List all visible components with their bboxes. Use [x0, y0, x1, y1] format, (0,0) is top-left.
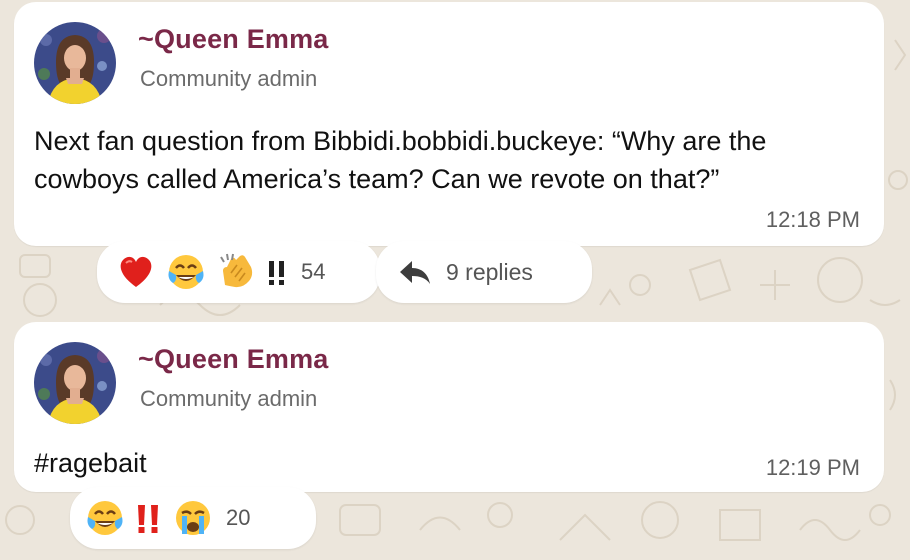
reaction-count: 54 [301, 259, 326, 284]
avatar[interactable] [34, 22, 116, 104]
clapping-hands-icon [215, 251, 257, 293]
replies-count-label: 9 replies [446, 258, 533, 285]
message-bubble[interactable]: ~Queen Emma Community admin #ragebait 12… [14, 322, 884, 492]
message-text: Next fan question from Bibbidi.bobbidi.b… [34, 126, 767, 194]
message-timestamp: 12:19 PM [765, 455, 860, 480]
sender-role: Community admin [140, 386, 318, 411]
message-text: #ragebait [34, 448, 147, 478]
red-heart-icon [115, 251, 157, 293]
face-with-tears-of-joy-icon [84, 497, 126, 539]
double-exclamation-icon [134, 497, 164, 539]
face-with-tears-of-joy-icon [165, 251, 207, 293]
reply-arrow-icon [398, 257, 432, 287]
reactions-bar[interactable]: 20 [70, 487, 316, 549]
sender-name[interactable]: ~Queen Emma [138, 24, 329, 55]
reaction-count: 20 [226, 505, 251, 530]
loudly-crying-face-icon [172, 497, 214, 539]
message-timestamp: 12:18 PM [765, 207, 860, 232]
message-bubble[interactable]: ~Queen Emma Community admin Next fan que… [14, 2, 884, 246]
sender-name[interactable]: ~Queen Emma [138, 344, 329, 375]
reactions-bar[interactable]: 54 [97, 241, 380, 303]
replies-button[interactable]: 9 replies [376, 241, 592, 303]
double-exclamation-icon [265, 251, 289, 293]
avatar[interactable] [34, 342, 116, 424]
sender-role: Community admin [140, 66, 318, 91]
